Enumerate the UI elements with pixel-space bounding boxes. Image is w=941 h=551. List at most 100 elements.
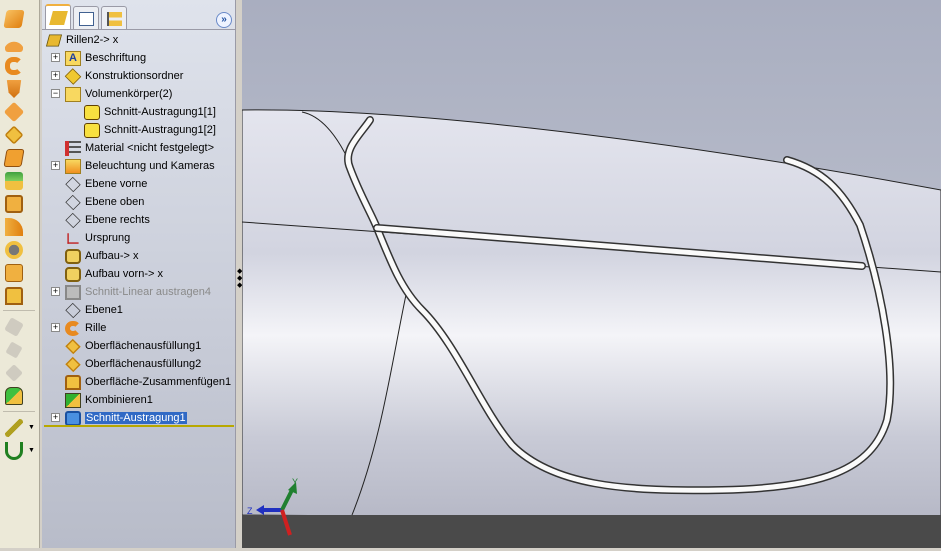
curve-icon[interactable]	[5, 442, 23, 460]
untrim-surface-icon[interactable]	[5, 264, 23, 282]
chevron-down-icon[interactable]: ▼	[28, 447, 35, 454]
tree-item[interactable]: + Konstruktionsordner	[51, 67, 184, 85]
tree-item[interactable]: Aufbau-> x	[65, 247, 139, 265]
tree-item[interactable]: − Volumenkörper(2)	[51, 85, 173, 103]
lofted-surface-icon[interactable]	[6, 80, 22, 98]
combine-icon	[65, 392, 81, 408]
surfaces-toolbar: ▼ ▼	[0, 0, 40, 548]
knit-surface-icon[interactable]	[5, 287, 23, 305]
tree-item-label: Beschriftung	[85, 52, 147, 64]
extruded-surface-icon[interactable]	[3, 10, 25, 28]
tree-item[interactable]: Oberflächenausfüllung1	[65, 337, 201, 355]
part-icon	[45, 34, 63, 46]
tree-item-label: Oberflächenausfüllung1	[85, 340, 202, 352]
expand-icon[interactable]: +	[51, 287, 60, 296]
tree-item-label: Ebene vorne	[85, 178, 148, 190]
tree-item-label: Rille	[85, 322, 107, 334]
filled-surface-icon	[65, 356, 81, 372]
tree-item-label: Ebene rechts	[85, 214, 150, 226]
sketch3d-icon	[65, 248, 81, 264]
tree-item-label: Ebene oben	[85, 196, 145, 208]
ruled-surface-icon[interactable]	[5, 195, 23, 213]
plane-icon	[65, 302, 81, 318]
tree-item[interactable]: Ebene rechts	[65, 211, 150, 229]
graphics-viewport[interactable]: Z Y	[241, 0, 941, 548]
design-folder-icon	[64, 67, 82, 85]
swept-cut-icon	[65, 410, 81, 426]
tree-root[interactable]: Rillen2-> x	[45, 31, 118, 49]
expand-icon[interactable]: +	[51, 161, 60, 170]
solid-bodies-folder-icon	[65, 86, 81, 102]
replace-face-icon[interactable]	[5, 364, 23, 382]
tree-item-label: Kombinieren1	[85, 394, 153, 406]
tree-item-label: Schnitt-Linear austragen4	[85, 286, 211, 298]
tree-item-label: Ebene1	[85, 304, 123, 316]
trim-surface-icon[interactable]	[5, 241, 23, 259]
feature-manager-icon	[49, 11, 68, 25]
extend-surface-icon[interactable]	[5, 218, 23, 236]
tree-item[interactable]: Kombinieren1	[65, 391, 153, 409]
tree-item[interactable]: + Beleuchtung und Kameras	[51, 157, 215, 175]
expand-icon[interactable]: +	[51, 413, 60, 422]
tree-item[interactable]: Ebene oben	[65, 193, 144, 211]
swept-surface-icon	[65, 320, 81, 336]
tree-item[interactable]: + Rille	[51, 319, 107, 337]
tree-item[interactable]: Oberfläche-Zusammenfügen1	[65, 373, 231, 391]
tree-item[interactable]: Ebene1	[65, 301, 123, 319]
revolved-surface-icon[interactable]	[5, 34, 23, 52]
tree-item[interactable]: Ursprung	[65, 229, 130, 247]
tab-configuration-manager[interactable]	[101, 6, 127, 30]
tree-item-label: Schnitt-Austragung1	[85, 412, 187, 424]
solid-body-icon	[84, 122, 100, 138]
tree-item-label: Konstruktionsordner	[85, 70, 184, 82]
tree-item[interactable]: Aufbau vorn-> x	[65, 265, 163, 283]
swept-surface-icon[interactable]	[5, 57, 23, 75]
tab-feature-manager[interactable]	[45, 4, 71, 30]
thicken-icon[interactable]	[5, 387, 23, 405]
rollback-bar[interactable]	[44, 425, 234, 427]
move-face-icon[interactable]	[4, 317, 24, 337]
feature-manager-panel: » Rillen2-> x + A Beschriftung + Konstruktio…	[42, 0, 236, 548]
origin-icon	[67, 232, 79, 244]
plane-icon	[65, 194, 81, 210]
tree-item[interactable]: Ebene vorne	[65, 175, 147, 193]
model-body	[241, 109, 941, 521]
tree-item-label: Material <nicht festgelegt>	[85, 142, 215, 154]
offset-surface-icon[interactable]	[5, 172, 23, 190]
tree-item-label: Volumenkörper(2)	[85, 88, 173, 100]
planar-surface-icon[interactable]	[3, 149, 25, 167]
tree-item[interactable]: Oberflächenausfüllung2	[65, 355, 201, 373]
model-view: Z Y	[241, 0, 941, 548]
tree-item[interactable]: Schnitt-Austragung1[2]	[84, 121, 216, 139]
expand-icon[interactable]: +	[51, 71, 60, 80]
mid-surface-icon[interactable]	[5, 419, 23, 437]
lights-folder-icon	[65, 158, 81, 174]
z-axis-label: Z	[247, 506, 253, 516]
feature-tree: Rillen2-> x + A Beschriftung + Konstruktions…	[42, 29, 236, 426]
panel-tabs: »	[42, 4, 236, 30]
tree-item-label: Schnitt-Austragung1[2]	[104, 124, 216, 136]
expand-panel-button[interactable]: »	[216, 12, 232, 28]
tree-item-label: Beleuchtung und Kameras	[85, 160, 215, 172]
y-axis-label: Y	[292, 477, 298, 487]
tree-item[interactable]: Schnitt-Austragung1[1]	[84, 103, 216, 121]
collapse-icon[interactable]: −	[51, 89, 60, 98]
property-manager-icon	[79, 12, 94, 26]
tab-property-manager[interactable]	[73, 6, 99, 30]
tree-item[interactable]: + Schnitt-Linear austragen4	[51, 283, 211, 301]
tree-item[interactable]: Material <nicht festgelegt>	[65, 139, 214, 157]
tree-item[interactable]: + A Beschriftung	[51, 49, 147, 67]
tree-item-label: Aufbau-> x	[85, 250, 139, 262]
delete-face-icon[interactable]	[5, 341, 23, 359]
boundary-surface-icon[interactable]	[3, 101, 25, 123]
knit-surface-icon	[65, 374, 81, 390]
annotation-icon: A	[65, 50, 81, 66]
filled-surface-icon[interactable]	[4, 125, 24, 145]
chevron-down-icon[interactable]: ▼	[28, 424, 35, 431]
plane-icon	[65, 176, 81, 192]
toolbar-separator	[3, 411, 35, 412]
tree-item-label: Ursprung	[85, 232, 131, 244]
expand-icon[interactable]: +	[51, 53, 60, 62]
material-icon	[65, 140, 81, 156]
expand-icon[interactable]: +	[51, 323, 60, 332]
